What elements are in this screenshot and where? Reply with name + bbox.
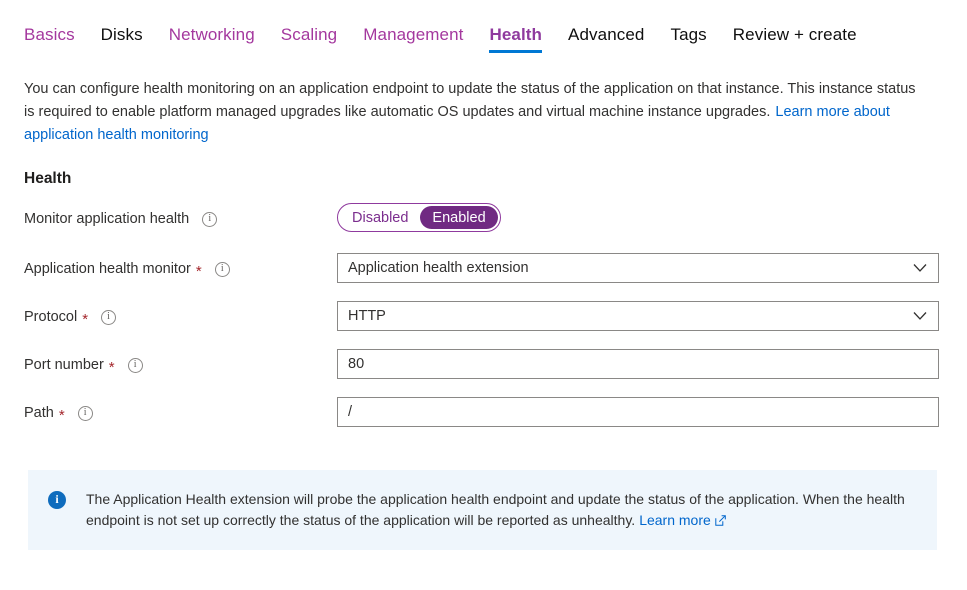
- form-row-port-number: Port number * i 80: [24, 349, 939, 397]
- info-icon[interactable]: i: [77, 405, 93, 421]
- tab-label: Networking: [168, 25, 255, 44]
- tab-scaling[interactable]: Scaling: [268, 24, 350, 53]
- tab-label: Review + create: [732, 25, 857, 44]
- tab-disks[interactable]: Disks: [88, 24, 156, 53]
- form-row-path: Path * i /: [24, 397, 939, 445]
- info-icon[interactable]: i: [214, 261, 230, 277]
- tab-label: Management: [363, 25, 464, 44]
- monitor-application-health-toggle[interactable]: Disabled Enabled: [337, 203, 501, 232]
- selected-value: Application health extension: [348, 260, 529, 276]
- input-value: 80: [348, 356, 365, 372]
- control-application-health-monitor: Application health extension: [337, 253, 939, 283]
- label-port-number: Port number * i: [24, 349, 337, 377]
- tab-review-create[interactable]: Review + create: [720, 24, 870, 53]
- input-value: /: [348, 404, 353, 420]
- page-title: Health: [24, 170, 72, 187]
- toggle-option-disabled[interactable]: Disabled: [340, 206, 420, 229]
- toggle-option-enabled[interactable]: Enabled: [420, 206, 498, 229]
- info-banner-message: The Application Health extension will pr…: [86, 489, 919, 531]
- form-row-monitor-application-health: Monitor application health i Disabled En…: [24, 203, 939, 253]
- control-port-number: 80: [337, 349, 939, 379]
- active-tab-underline: [489, 50, 543, 53]
- tab-health[interactable]: Health: [476, 24, 555, 53]
- info-icon[interactable]: i: [202, 211, 218, 227]
- tab-label: Basics: [24, 25, 75, 44]
- learn-more-link[interactable]: Learn more: [639, 512, 726, 528]
- control-protocol: HTTP: [337, 301, 939, 331]
- learn-more-label: Learn more: [639, 512, 711, 528]
- path-input[interactable]: /: [337, 397, 939, 427]
- tab-management[interactable]: Management: [350, 24, 476, 53]
- intro-description: You can configure health monitoring on a…: [24, 78, 930, 147]
- chevron-down-icon: [913, 312, 927, 320]
- label-text: Path: [24, 405, 54, 421]
- tab-networking[interactable]: Networking: [156, 24, 268, 53]
- selected-value: HTTP: [348, 308, 386, 324]
- tab-label: Health: [489, 25, 543, 44]
- wizard-tab-bar: Basics Disks Networking Scaling Manageme…: [24, 24, 870, 53]
- required-asterisk: *: [195, 262, 202, 280]
- tab-label: Scaling: [280, 25, 338, 44]
- port-number-input[interactable]: 80: [337, 349, 939, 379]
- application-health-monitor-select[interactable]: Application health extension: [337, 253, 939, 283]
- label-protocol: Protocol * i: [24, 301, 337, 329]
- label-path: Path * i: [24, 397, 337, 425]
- chevron-down-icon: [913, 264, 927, 272]
- required-asterisk: *: [82, 310, 89, 328]
- tab-advanced[interactable]: Advanced: [555, 24, 657, 53]
- tab-basics[interactable]: Basics: [24, 24, 88, 53]
- tab-label: Tags: [670, 25, 707, 44]
- control-monitor-application-health: Disabled Enabled: [337, 203, 939, 232]
- protocol-select[interactable]: HTTP: [337, 301, 939, 331]
- label-text: Protocol: [24, 309, 78, 325]
- tab-tags[interactable]: Tags: [657, 24, 719, 53]
- info-banner-text: The Application Health extension will pr…: [86, 491, 905, 528]
- form-row-application-health-monitor: Application health monitor * i Applicati…: [24, 253, 939, 301]
- label-monitor-application-health: Monitor application health i: [24, 203, 337, 231]
- label-application-health-monitor: Application health monitor * i: [24, 253, 337, 281]
- control-path: /: [337, 397, 939, 427]
- info-banner: i The Application Health extension will …: [28, 470, 937, 550]
- external-link-icon: [715, 515, 726, 526]
- info-circle-icon: i: [48, 491, 66, 509]
- tab-label: Advanced: [568, 25, 645, 44]
- health-form: Monitor application health i Disabled En…: [24, 203, 939, 445]
- info-icon[interactable]: i: [127, 357, 143, 373]
- label-text: Port number: [24, 357, 104, 373]
- required-asterisk: *: [108, 358, 115, 376]
- required-asterisk: *: [58, 406, 65, 424]
- form-row-protocol: Protocol * i HTTP: [24, 301, 939, 349]
- info-icon[interactable]: i: [101, 309, 117, 325]
- label-text: Application health monitor: [24, 261, 191, 277]
- tab-label: Disks: [100, 25, 143, 44]
- label-text: Monitor application health: [24, 211, 190, 227]
